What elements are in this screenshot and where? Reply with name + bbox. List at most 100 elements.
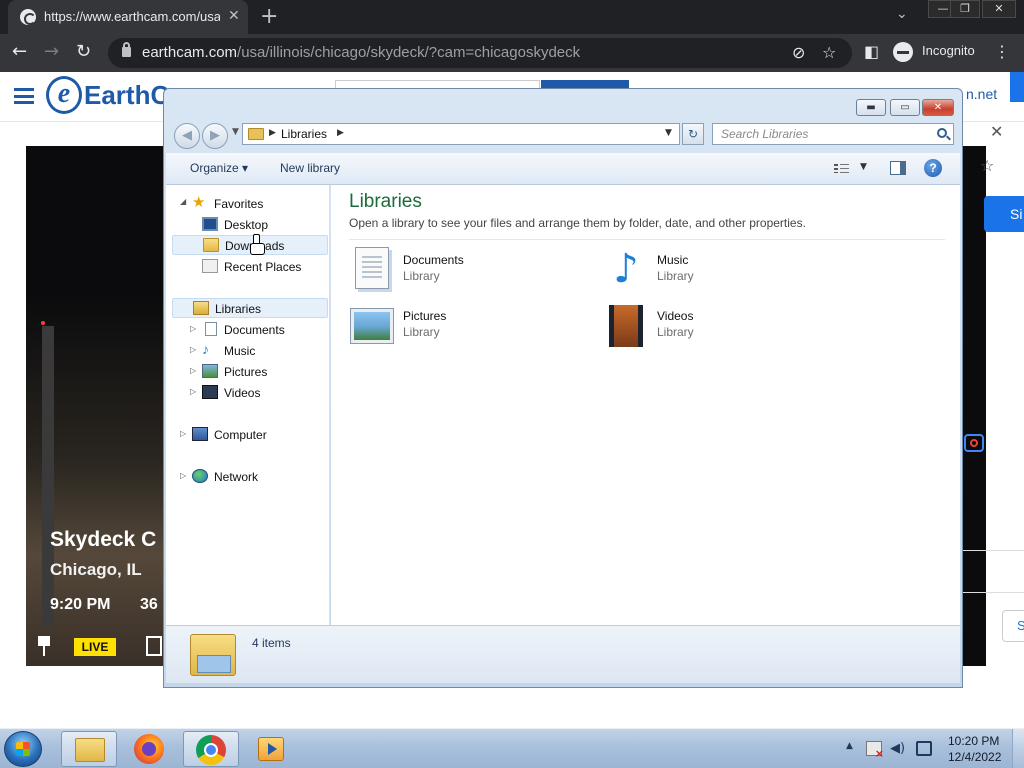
url-text[interactable]: earthcam.com/usa/illinois/chicago/skydec… xyxy=(142,44,580,61)
expand-arrow-icon[interactable]: ▷ xyxy=(190,387,196,396)
clock-date[interactable]: 12/4/2022 xyxy=(948,750,1001,764)
side-panel-icon[interactable]: ◧ xyxy=(864,42,879,61)
library-videos[interactable]: Videos Library xyxy=(603,303,843,353)
windows-taskbar: ▲ ◀) 10:20 PM 12/4/2022 xyxy=(0,728,1024,768)
library-documents[interactable]: Documents Library xyxy=(349,247,589,297)
earthcam-logo-text[interactable]: EarthC xyxy=(84,80,169,111)
tree-item-documents[interactable]: Documents xyxy=(202,320,322,340)
earthcam-favicon-icon xyxy=(20,9,36,25)
side-s-button[interactable]: S xyxy=(1002,610,1024,642)
tree-item-recent-places[interactable]: Recent Places xyxy=(202,257,322,277)
search-icon[interactable] xyxy=(937,128,947,138)
network-icon[interactable] xyxy=(916,741,932,756)
reload-icon[interactable]: ↻ xyxy=(76,41,91,62)
expand-arrow-icon[interactable]: ▷ xyxy=(190,345,196,354)
explorer-address-bar[interactable]: ▶ Libraries ▶ ▼ xyxy=(242,123,680,145)
tree-item-desktop[interactable]: Desktop xyxy=(202,215,322,235)
address-bar[interactable]: earthcam.com/usa/illinois/chicago/skydec… xyxy=(108,38,852,68)
change-view-icon[interactable] xyxy=(834,162,850,175)
divider xyxy=(349,239,945,240)
google-panel-close-icon[interactable]: ✕ xyxy=(990,122,1003,141)
new-tab-button[interactable]: + xyxy=(260,4,278,29)
taskbar-chrome-button[interactable] xyxy=(183,731,239,767)
documents-icon xyxy=(205,322,217,336)
search-placeholder[interactable]: Search Libraries xyxy=(721,127,808,141)
expand-arrow-icon[interactable]: ▷ xyxy=(190,324,196,333)
google-lens-icon[interactable] xyxy=(964,434,984,452)
taskbar-explorer-button[interactable] xyxy=(61,731,117,767)
tree-item-favorites[interactable]: ★ Favorites xyxy=(192,194,322,214)
recent-pages-dropdown-icon[interactable]: ▼ xyxy=(232,127,239,137)
pictures-icon xyxy=(202,364,218,378)
browser-tab[interactable]: https://www.earthcam.com/usa/ill ✕ xyxy=(8,0,248,34)
command-bar: Organize ▾ New library ▼ ? xyxy=(166,153,960,185)
new-library-button[interactable]: New library xyxy=(280,161,340,175)
tree-item-videos[interactable]: Videos xyxy=(202,383,322,403)
view-options-dropdown-icon[interactable]: ▼ xyxy=(860,162,867,172)
video-location: Chicago, IL xyxy=(50,560,142,579)
item-count: 4 items xyxy=(252,636,291,650)
browser-menu-icon[interactable]: ⋮ xyxy=(994,42,1010,61)
expand-arrow-icon[interactable]: ▷ xyxy=(180,429,186,438)
explorer-maximize-button[interactable]: ▭ xyxy=(890,99,920,116)
show-desktop-button[interactable] xyxy=(1012,729,1024,768)
collapse-arrow-icon[interactable]: ◢ xyxy=(180,197,186,206)
search-libraries-input[interactable]: Search Libraries xyxy=(712,123,954,145)
pin-icon[interactable] xyxy=(36,636,52,656)
incognito-icon[interactable] xyxy=(893,42,913,62)
lock-icon[interactable] xyxy=(122,42,131,57)
divider xyxy=(962,550,1024,551)
google-panel-star-icon[interactable]: ☆ xyxy=(980,156,994,175)
video-temperature: 36 xyxy=(140,596,158,613)
navigation-pane: ◢ ★ Favorites Desktop Downloads Recent P… xyxy=(166,185,330,625)
address-dropdown-icon[interactable]: ▼ xyxy=(665,128,672,138)
tree-item-music[interactable]: ♪ Music xyxy=(202,341,322,361)
refresh-icon[interactable]: ↻ xyxy=(682,123,704,145)
show-hidden-icons-icon[interactable]: ▲ xyxy=(846,741,853,751)
library-music[interactable]: ♪ Music Library xyxy=(603,247,843,297)
tree-item-pictures[interactable]: Pictures xyxy=(202,362,322,382)
taskbar-media-player-button[interactable] xyxy=(244,731,300,767)
breadcrumb-libraries[interactable]: Libraries xyxy=(281,127,327,141)
bookmark-star-icon[interactable]: ☆ xyxy=(822,43,836,62)
libraries-icon xyxy=(190,634,236,676)
expand-arrow-icon[interactable]: ▷ xyxy=(180,471,186,480)
sign-in-button[interactable]: Si xyxy=(984,196,1024,232)
action-center-flag-icon[interactable] xyxy=(866,741,884,760)
earthcam-logo-icon[interactable]: e xyxy=(46,76,82,114)
volume-icon[interactable]: ◀) xyxy=(890,741,906,756)
live-badge[interactable]: LIVE xyxy=(74,638,116,656)
explorer-back-button[interactable]: ◀ xyxy=(174,123,200,149)
music-icon: ♪ xyxy=(613,246,639,292)
breadcrumb-chevron-icon[interactable]: ▶ xyxy=(337,128,344,138)
tree-item-network[interactable]: Network xyxy=(192,467,322,487)
browser-restore-button[interactable]: ❐ xyxy=(950,0,980,18)
tab-close-icon[interactable]: ✕ xyxy=(228,8,240,24)
incognito-label[interactable]: Incognito xyxy=(922,43,975,58)
expand-arrow-icon[interactable]: ▷ xyxy=(190,366,196,375)
library-pictures[interactable]: Pictures Library xyxy=(349,303,589,353)
start-button[interactable] xyxy=(4,731,42,767)
hand-cursor-icon xyxy=(250,234,265,255)
preview-pane-icon[interactable] xyxy=(890,161,906,175)
film-icon[interactable] xyxy=(146,636,162,656)
tab-search-icon[interactable]: ⌄ xyxy=(896,6,908,22)
taskbar-firefox-button[interactable] xyxy=(122,731,178,767)
organize-button[interactable]: Organize ▾ xyxy=(190,161,248,175)
forward-arrow-icon[interactable]: → xyxy=(44,41,59,62)
hamburger-menu-icon[interactable] xyxy=(14,88,34,104)
browser-tab-strip: https://www.earthcam.com/usa/ill ✕ + ⌄ —… xyxy=(0,0,1024,34)
back-arrow-icon[interactable]: ← xyxy=(12,41,27,62)
browser-close-button[interactable]: ✕ xyxy=(982,0,1016,18)
tree-item-libraries[interactable]: Libraries xyxy=(172,298,328,318)
explorer-minimize-button[interactable]: ▬ xyxy=(856,99,886,116)
tree-item-computer[interactable]: Computer xyxy=(192,425,322,445)
breadcrumb-chevron-icon[interactable]: ▶ xyxy=(269,128,276,138)
help-icon[interactable]: ? xyxy=(924,159,942,177)
blue-strip xyxy=(1010,72,1024,102)
eye-off-icon[interactable]: ⊘ xyxy=(792,43,805,62)
clock-time[interactable]: 10:20 PM xyxy=(948,734,999,748)
partner-link[interactable]: n.net xyxy=(966,86,997,102)
explorer-forward-button[interactable]: ▶ xyxy=(202,123,228,149)
explorer-close-button[interactable]: ✕ xyxy=(922,99,954,116)
